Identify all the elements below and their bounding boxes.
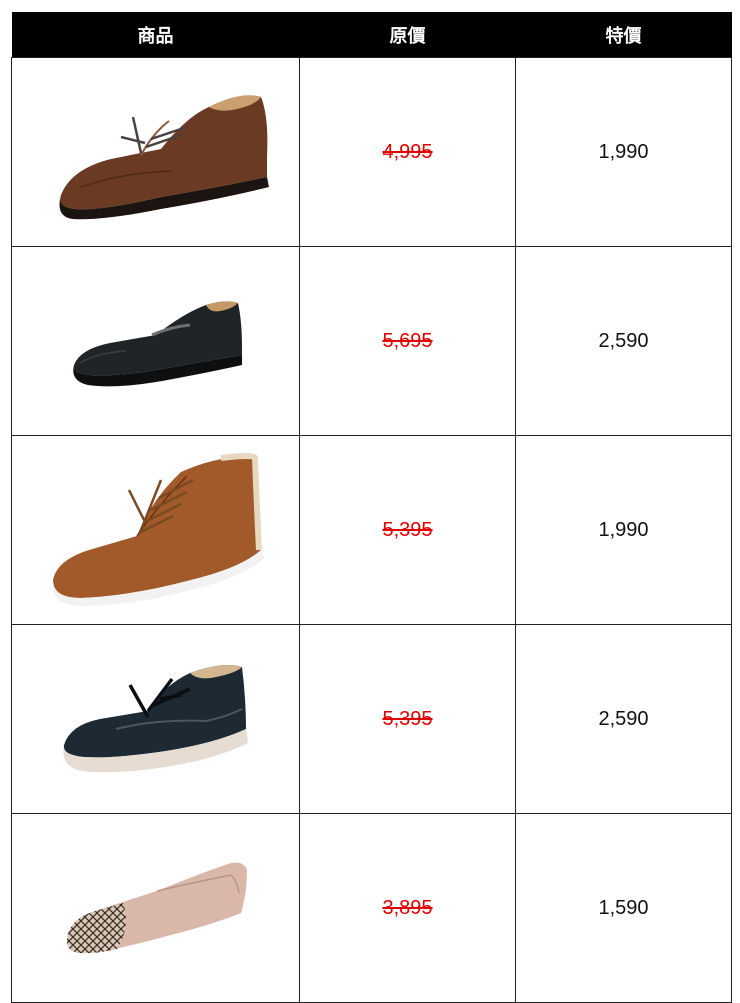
- black-sneaker-image[interactable]: [56, 659, 256, 779]
- product-cell: [11, 246, 300, 436]
- special-price-cell: 2,590: [515, 246, 732, 436]
- product-cell: [11, 813, 300, 1003]
- tan-ankle-boot-image[interactable]: [41, 450, 271, 610]
- special-price-cell: 1,590: [515, 813, 732, 1003]
- original-price: 4,995: [382, 140, 433, 163]
- header-product: 商品: [11, 12, 300, 58]
- header-original-price: 原價: [299, 12, 516, 58]
- brown-dress-shoe-image[interactable]: [41, 77, 271, 227]
- original-price-cell: 5,395: [299, 435, 516, 625]
- product-cell: [11, 57, 300, 247]
- original-price-cell: 3,895: [299, 813, 516, 1003]
- special-price-cell: 2,590: [515, 624, 732, 814]
- product-cell: [11, 624, 300, 814]
- special-price: 1,590: [598, 896, 649, 919]
- price-table: 商品 原價 特價 4,995 1,990 5,695 2,590 5,395 1…: [11, 12, 732, 1003]
- original-price: 3,895: [382, 896, 433, 919]
- special-price: 1,990: [598, 140, 649, 163]
- beige-flat-image[interactable]: [61, 853, 251, 963]
- table-row: 5,395 2,590: [11, 624, 732, 814]
- original-price: 5,695: [382, 329, 433, 352]
- special-price: 2,590: [598, 329, 649, 352]
- table-row: 5,395 1,990: [11, 435, 732, 625]
- special-price: 2,590: [598, 707, 649, 730]
- special-price-cell: 1,990: [515, 435, 732, 625]
- table-row: 4,995 1,990: [11, 57, 732, 247]
- table-row: 5,695 2,590: [11, 246, 732, 436]
- header-special-price: 特價: [515, 12, 732, 58]
- black-loafer-image[interactable]: [66, 291, 246, 391]
- special-price: 1,990: [598, 518, 649, 541]
- original-price-cell: 5,395: [299, 624, 516, 814]
- table-row: 3,895 1,590: [11, 813, 732, 1003]
- header-row: 商品 原價 特價: [11, 12, 732, 58]
- original-price-cell: 5,695: [299, 246, 516, 436]
- special-price-cell: 1,990: [515, 57, 732, 247]
- original-price: 5,395: [382, 518, 433, 541]
- product-cell: [11, 435, 300, 625]
- original-price-cell: 4,995: [299, 57, 516, 247]
- original-price: 5,395: [382, 707, 433, 730]
